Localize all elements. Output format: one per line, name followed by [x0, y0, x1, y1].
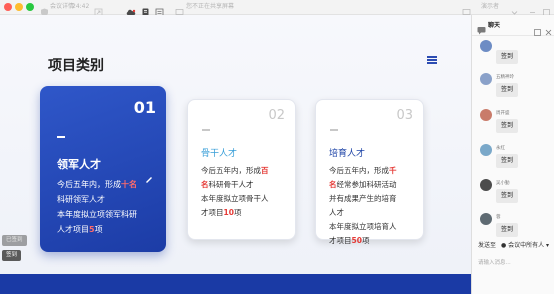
cloud-icon[interactable] [126, 2, 136, 16]
meeting-id[interactable]: 会议详情 [50, 2, 74, 12]
sender-name: 五精神玲 [496, 75, 514, 80]
pen-icon [145, 168, 153, 183]
message-bubble: 签到 [496, 223, 519, 237]
avatar[interactable] [480, 144, 492, 156]
window-title-bar: 会议详情 24:42 您不正在共享屏幕 演示者 [0, 0, 554, 17]
message-bubble: 签到 [496, 154, 519, 168]
share-status-text: 您不正在共享屏幕 [186, 3, 235, 10]
card-divider [330, 129, 338, 131]
person-icon: ● [500, 242, 507, 249]
chat-panel: 聊天 签到 五精神玲 签到 周开盛 签到 永红 签到 吴小勤 签到蓉签到 发送至 ● 会议中所有… [471, 15, 554, 294]
check-in-button[interactable]: 签到 [2, 250, 22, 261]
message-bubble: 签到 [496, 119, 519, 133]
slide-footer-bar [0, 274, 471, 294]
sender-name: 蓉 [496, 215, 501, 220]
screen-share-icon [175, 2, 184, 16]
shield-icon [40, 2, 49, 17]
card-body: 今后五年内，形成千 名经常参加科研活动 并有成果产生的培育 人才 本年度拟立项培育人 才项… [329, 166, 397, 245]
minimize-window-button[interactable] [15, 3, 23, 11]
card-number: 02 [268, 108, 285, 123]
card-divider [57, 136, 65, 138]
card-title: 领军人才 [57, 158, 101, 171]
close-window-button[interactable] [4, 3, 12, 11]
slide-title: 项目类别 [48, 58, 104, 74]
chat-icon [477, 20, 486, 39]
chat-title: 聊天 [488, 22, 501, 29]
card-body: 今后五年内，形成百 名科研骨干人才 本年度拟立项骨干人 才项目10项 [201, 166, 269, 217]
avatar[interactable] [480, 213, 492, 225]
chevron-down-icon[interactable]: ▾ [546, 242, 549, 249]
presenter-icon[interactable] [462, 2, 471, 15]
presenter-label[interactable]: 演示者 [481, 2, 499, 12]
send-to-row[interactable]: 发送至 ● 会议中所有人 ▾ [478, 240, 549, 249]
avatar[interactable] [480, 40, 492, 52]
message-bubble: 签到 [496, 50, 519, 64]
checked-in-badge: 已签到 [2, 235, 27, 246]
chevron-down-icon[interactable] [510, 2, 519, 15]
minimize-icon[interactable] [528, 2, 537, 13]
expand-icon[interactable] [94, 2, 103, 17]
close-icon[interactable] [545, 21, 552, 40]
category-card-cultivation: 03 培育人才 今后五年内，形成千 名经常参加科研活动 并有成果产生的培育 人才 本年度… [315, 99, 424, 245]
message-bubble: 签到 [496, 189, 519, 203]
card-title: 培育人才 [329, 149, 366, 159]
popout-icon[interactable] [534, 21, 541, 40]
list-icon[interactable] [155, 2, 164, 17]
avatar[interactable] [480, 109, 492, 121]
avatar[interactable] [480, 179, 492, 191]
chat-input[interactable]: 请输入消息... [478, 258, 511, 266]
send-to-target[interactable]: 会议中所有人 [508, 242, 544, 249]
card-body: 今后五年内，形成十名 科研领军人才 本年度拟立项领军科研 人才项目5项 [57, 180, 137, 234]
card-title: 骨干人才 [201, 149, 238, 159]
sender-name: 吴小勤 [496, 181, 510, 186]
card-number: 01 [133, 98, 156, 117]
window-icon[interactable] [542, 2, 551, 16]
card-number: 03 [396, 108, 413, 123]
shared-slide: 项目类别 01 领军人才 今后五年内，形成十名 科研领军人才 本年度拟立项领军科研人… [0, 15, 471, 294]
hamburger-menu-icon [427, 56, 437, 64]
meeting-timer: 24:42 [72, 3, 90, 10]
sender-name: 周开盛 [496, 111, 510, 116]
message-bubble: 签到 [496, 83, 519, 97]
send-to-label: 发送至 [478, 242, 497, 249]
avatar[interactable] [480, 73, 492, 85]
chat-header: 聊天 [472, 15, 554, 36]
card-divider [202, 129, 210, 131]
sender-name: 永红 [496, 146, 505, 151]
document-icon[interactable] [141, 2, 150, 17]
maximize-window-button[interactable] [26, 3, 34, 11]
category-card-backbone: 02 骨干人才 今后五年内，形成百 名科研骨干人才 本年度拟立项骨干人 才项目10项 [187, 99, 296, 240]
